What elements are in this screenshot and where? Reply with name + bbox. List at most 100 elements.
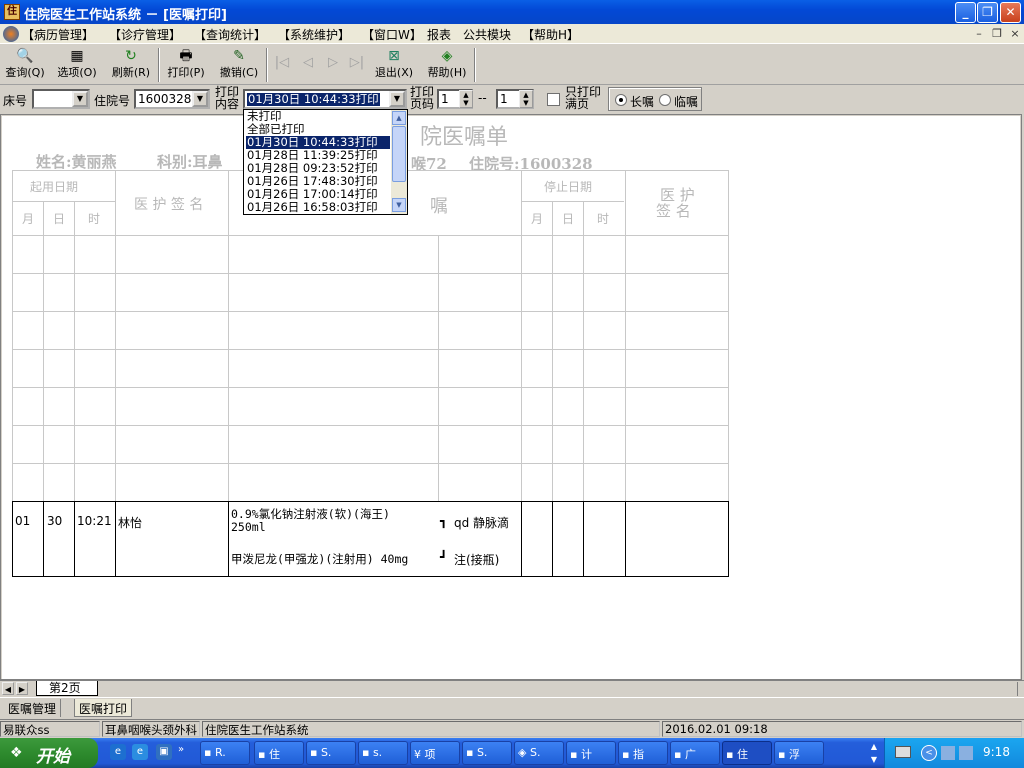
help-book-icon: ◈	[441, 48, 453, 64]
page-tab-2[interactable]: 第2页	[36, 681, 98, 696]
task-button[interactable]: ◈ S.	[514, 741, 564, 765]
task-button[interactable]: ▪ 住	[254, 741, 304, 765]
scroll-thumb[interactable]	[392, 126, 406, 182]
mdi-minimize-icon[interactable]: –	[972, 27, 986, 41]
bed-label: 床号	[3, 94, 28, 108]
menu-help[interactable]: 【帮助H】	[522, 26, 579, 43]
menu-system[interactable]: 【系统维护】	[278, 26, 350, 43]
start-button[interactable]: ❖ 开始	[0, 738, 98, 768]
tray-expand-icon[interactable]: <	[921, 745, 937, 761]
undo-button[interactable]: ✎ 撤销(C)	[217, 47, 261, 83]
task-icon: ▪	[570, 748, 581, 761]
ie-icon[interactable]: e	[110, 744, 126, 760]
row-border	[115, 501, 116, 577]
options-icon: ▦	[70, 48, 84, 64]
refresh-icon: ↻	[125, 48, 137, 64]
task-icon: ▪	[674, 748, 685, 761]
window-title: 住院医生工作站系统 － [医嘱打印]	[24, 8, 227, 23]
task-button[interactable]: ▪ 计	[566, 741, 616, 765]
group-bracket-bottom: ┛	[440, 550, 448, 564]
print-preview-area[interactable]: 院医嘱单 姓名:黄丽燕 科别:耳鼻 喉72 住院号:1600328 起用日期 月…	[0, 114, 1022, 680]
task-button[interactable]: ¥ 项	[410, 741, 460, 765]
tab-scroll-left-icon[interactable]: ◀	[2, 682, 14, 695]
chevron-down-icon[interactable]: ▼	[72, 91, 88, 107]
menu-window[interactable]: 【窗口W】	[362, 26, 422, 43]
chevron-down-icon[interactable]: ▼	[389, 91, 405, 107]
tab-splitter[interactable]	[1017, 682, 1022, 696]
exit-button[interactable]: ⊠ 退出(X)	[372, 47, 416, 83]
task-button[interactable]: ▪ 指	[618, 741, 668, 765]
print-content-select[interactable]: 01月30日 10:44:33打印	[243, 89, 407, 109]
menu-query-stats[interactable]: 【查询统计】	[194, 26, 266, 43]
scroll-down-icon[interactable]: ▼	[392, 198, 406, 212]
options-button[interactable]: ▦ 选项(O)	[55, 47, 99, 83]
tab-order-management[interactable]: 医嘱管理	[4, 699, 62, 717]
title-bar: 住 住院医生工作站系统 － [医嘱打印] _ ❐ ✕	[0, 0, 1024, 24]
task-button[interactable]: ▪ S.	[306, 741, 356, 765]
undo-icon: ✎	[233, 48, 245, 64]
close-button[interactable]: ✕	[1000, 2, 1021, 23]
admission-label: 住院号	[94, 94, 131, 108]
print-button[interactable]: 🖶 打印(P)	[164, 47, 208, 83]
page-from-spinner[interactable]: ▲ ▼	[459, 90, 473, 108]
mdi-restore-icon[interactable]: ❐	[990, 27, 1004, 41]
maximize-button[interactable]: ❐	[977, 2, 998, 23]
query-button[interactable]: 🔍 查询(Q)	[3, 47, 47, 83]
toolbar-separator	[266, 48, 268, 82]
tab-scroll-right-icon[interactable]: ▶	[16, 682, 28, 695]
task-button[interactable]: ▪ 广	[670, 741, 720, 765]
only-full-page-checkbox[interactable]	[547, 93, 560, 106]
menu-public[interactable]: 公共模块	[463, 26, 511, 43]
toolbar: 🔍 查询(Q) ▦ 选项(O) ↻ 刷新(R) 🖶 打印(P) ✎ 撤销(C) …	[0, 45, 1024, 85]
row-border	[552, 501, 553, 577]
row-border	[74, 501, 75, 577]
patient-name: 姓名:黄丽燕	[36, 153, 117, 171]
dropdown-scrollbar[interactable]: ▲ ▼	[391, 110, 407, 214]
row-border	[625, 501, 626, 577]
scroll-up-icon[interactable]: ▲	[392, 111, 406, 125]
temporary-radio[interactable]	[659, 94, 671, 106]
col-month: 月	[22, 212, 35, 226]
print-content-dropdown-list[interactable]: 未打印 全部已打印 01月30日 10:44:33打印 01月28日 11:39…	[243, 109, 408, 215]
tab-order-print[interactable]: 医嘱打印	[74, 699, 133, 717]
task-icon: ¥	[414, 748, 425, 761]
menu-report[interactable]: 报表	[427, 26, 451, 43]
menu-treatment[interactable]: 【诊疗管理】	[109, 26, 181, 43]
grid-line	[228, 170, 229, 501]
task-button[interactable]: ▪ 浮	[774, 741, 824, 765]
desktop-icon[interactable]: ▣	[156, 744, 172, 760]
taskbar-scroll-icon[interactable]: ▲ ▼	[868, 740, 880, 766]
print-content-label: 打印 内容	[215, 85, 240, 111]
keyboard-icon[interactable]	[895, 746, 911, 758]
task-button[interactable]: ▪ S.	[462, 741, 512, 765]
task-button-active[interactable]: ▪ 住	[722, 741, 772, 765]
minimize-button[interactable]: _	[955, 2, 976, 23]
grid-line	[438, 235, 439, 501]
help-button[interactable]: ◈ 帮助(H)	[424, 47, 470, 83]
order-route: 注(接瓶)	[454, 553, 500, 567]
chevron-down-icon[interactable]: ▼	[192, 91, 208, 107]
long-term-radio[interactable]	[615, 94, 627, 106]
ie-alt-icon[interactable]: e	[132, 744, 148, 760]
network-icon[interactable]	[959, 746, 973, 760]
taskbar: ❖ 开始 e e ▣ » ▪ R. ▪ 住 ▪ S. ▪ s. ¥ 项 ▪ S.…	[0, 738, 1024, 768]
refresh-button[interactable]: ↻ 刷新(R)	[109, 47, 153, 83]
dropdown-option[interactable]: 01月26日 16:58:03打印	[246, 201, 390, 214]
task-button[interactable]: ▪ s.	[358, 741, 408, 765]
task-icon: ▪	[258, 748, 269, 761]
system-menu-icon[interactable]	[3, 26, 19, 42]
menu-medical-record[interactable]: 【病历管理】	[22, 26, 94, 43]
network-icon[interactable]	[941, 746, 955, 760]
task-icon: ▪	[466, 746, 477, 759]
task-button[interactable]: ▪ R.	[200, 741, 250, 765]
order-sheet: 院医嘱单 姓名:黄丽燕 科别:耳鼻 喉72 住院号:1600328 起用日期 月…	[2, 116, 1020, 679]
col-stop-date: 停止日期	[544, 180, 593, 194]
task-icon: ▪	[204, 746, 215, 759]
page-to-spinner[interactable]: ▲ ▼	[519, 90, 533, 108]
grid-line	[12, 273, 728, 274]
row-border	[728, 501, 729, 577]
grid-line	[12, 201, 115, 202]
mdi-close-icon[interactable]: ×	[1008, 27, 1022, 41]
col-order: 嘱	[430, 196, 448, 217]
quicklaunch-more-icon[interactable]: »	[178, 744, 184, 755]
